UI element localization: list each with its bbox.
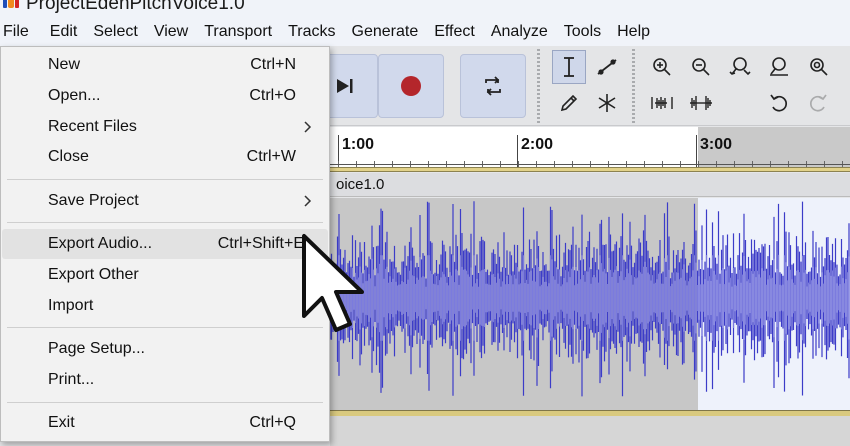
draw-tool-icon xyxy=(560,94,578,112)
menu-item-save-project[interactable]: Save Project xyxy=(2,186,328,216)
menu-separator xyxy=(7,327,323,328)
menu-separator xyxy=(7,402,323,403)
envelope-tool[interactable] xyxy=(590,50,624,84)
silence-audio-button[interactable] xyxy=(684,86,718,120)
menu-analyze[interactable]: Analyze xyxy=(483,18,556,46)
zoom-in-button[interactable] xyxy=(645,50,679,84)
undo-icon xyxy=(770,94,788,112)
file-menu-dropdown: New Ctrl+N Open... Ctrl+O Recent Files C… xyxy=(0,46,330,442)
zoom-toggle-icon xyxy=(810,58,828,76)
title-bar: ProjectEdenPitchVoice1.0 xyxy=(0,0,850,18)
ruler-baseline xyxy=(330,164,850,165)
menu-tracks[interactable]: Tracks xyxy=(280,18,343,46)
record-icon xyxy=(401,76,421,96)
menu-bar: File Edit Select View Transport Tracks G… xyxy=(0,18,850,46)
menu-separator xyxy=(7,179,323,180)
empty-track-area xyxy=(330,416,850,446)
fit-project-icon xyxy=(770,57,788,76)
redo-button[interactable] xyxy=(801,86,835,120)
menu-item-page-setup[interactable]: Page Setup... xyxy=(2,334,328,364)
menu-item-import[interactable]: Import xyxy=(2,291,328,321)
toolbar-separator xyxy=(632,49,635,125)
track-name: oice1.0 xyxy=(336,176,385,193)
menu-item-open[interactable]: Open... Ctrl+O xyxy=(2,81,328,111)
menu-item-exit[interactable]: Exit Ctrl+Q xyxy=(2,408,328,438)
menu-separator xyxy=(7,222,323,223)
selection-tool[interactable] xyxy=(552,50,586,84)
submenu-arrow-icon xyxy=(304,121,312,133)
multi-tool[interactable] xyxy=(590,86,624,120)
mouse-pointer-icon xyxy=(302,234,364,332)
menu-edit[interactable]: Edit xyxy=(42,18,86,46)
audacity-logo-icon xyxy=(3,0,19,8)
undo-button[interactable] xyxy=(762,86,796,120)
toolbar-separator xyxy=(537,49,540,125)
fit-selection-icon xyxy=(729,57,751,76)
selection-tool-icon xyxy=(564,57,574,77)
menu-select[interactable]: Select xyxy=(85,18,145,46)
menu-item-export-other[interactable]: Export Other xyxy=(2,260,328,290)
window-title: ProjectEdenPitchVoice1.0 xyxy=(26,0,245,14)
loop-button[interactable] xyxy=(460,54,526,118)
draw-tool[interactable] xyxy=(552,86,586,120)
record-button[interactable] xyxy=(378,54,444,118)
waveform xyxy=(330,201,850,397)
ruler-major-tick xyxy=(696,135,697,167)
zoom-in-icon xyxy=(653,58,671,76)
loop-icon xyxy=(485,76,501,96)
envelope-tool-icon xyxy=(597,59,617,75)
zoom-out-button[interactable] xyxy=(684,50,718,84)
menu-file[interactable]: File xyxy=(0,18,42,46)
menu-generate[interactable]: Generate xyxy=(344,18,427,46)
ruler-label-1min: 1:00 xyxy=(342,136,375,153)
fit-project-button[interactable] xyxy=(762,50,796,84)
skip-end-icon xyxy=(337,79,353,93)
silence-audio-icon xyxy=(690,96,712,110)
timeline-scrub-bar[interactable] xyxy=(330,167,850,172)
submenu-arrow-icon xyxy=(304,195,312,207)
trim-audio-button[interactable] xyxy=(645,86,679,120)
trim-audio-icon xyxy=(651,97,673,109)
menu-item-export-audio[interactable]: Export Audio... Ctrl+Shift+E xyxy=(2,229,328,259)
track-waveform[interactable] xyxy=(330,198,850,410)
menu-item-print[interactable]: Print... xyxy=(2,365,328,395)
track-header[interactable]: oice1.0 xyxy=(330,173,850,197)
menu-view[interactable]: View xyxy=(146,18,196,46)
menu-item-close[interactable]: Close Ctrl+W xyxy=(2,142,328,172)
timeline-ruler[interactable]: 1:00 2:00 3:00 xyxy=(330,127,850,167)
fit-selection-button[interactable] xyxy=(723,50,757,84)
zoom-out-icon xyxy=(692,58,710,76)
menu-effect[interactable]: Effect xyxy=(426,18,483,46)
menu-help[interactable]: Help xyxy=(609,18,658,46)
ruler-label-3min: 3:00 xyxy=(700,136,733,153)
menu-transport[interactable]: Transport xyxy=(196,18,280,46)
zoom-toggle-button[interactable] xyxy=(801,50,835,84)
multi-tool-icon xyxy=(598,94,616,112)
redo-icon xyxy=(809,94,827,112)
menu-item-new[interactable]: New Ctrl+N xyxy=(2,50,328,80)
menu-tools[interactable]: Tools xyxy=(556,18,609,46)
ruler-label-2min: 2:00 xyxy=(521,136,554,153)
menu-item-recent-files[interactable]: Recent Files xyxy=(2,112,328,142)
